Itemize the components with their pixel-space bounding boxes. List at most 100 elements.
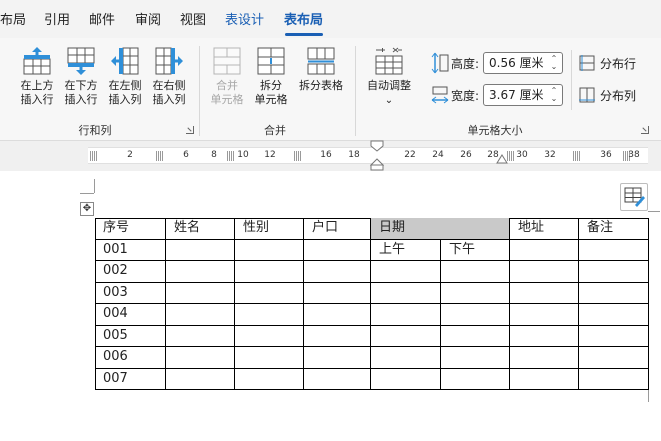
table-cell[interactable] — [304, 261, 371, 283]
table-cell[interactable] — [235, 325, 304, 347]
cell-size-dialog-launcher[interactable] — [641, 126, 649, 134]
table-cell[interactable] — [371, 282, 441, 304]
column-marker[interactable] — [294, 151, 301, 161]
tab-layout[interactable]: 布局 — [0, 12, 26, 30]
table-cell[interactable] — [166, 261, 235, 283]
header-cell-gender[interactable]: 性别 — [235, 218, 304, 240]
tab-table-design[interactable]: 表设计 — [225, 12, 264, 30]
tab-mailings[interactable]: 邮件 — [89, 12, 115, 30]
column-marker[interactable] — [507, 151, 514, 161]
header-cell-date[interactable]: 日期 — [371, 218, 510, 240]
table-cell[interactable] — [441, 261, 510, 283]
table-cell[interactable] — [166, 325, 235, 347]
table-cell[interactable] — [441, 325, 510, 347]
distribute-columns-icon — [579, 87, 595, 103]
row-height-spinner-icon[interactable]: ⌃ ⌄ — [549, 55, 559, 71]
table-cell[interactable] — [304, 347, 371, 369]
tab-table-layout[interactable]: 表布局 — [284, 12, 323, 30]
table-cell[interactable] — [304, 325, 371, 347]
subheader-cell-morning[interactable]: 上午 — [371, 240, 441, 261]
table-quick-layout-button[interactable] — [620, 183, 648, 211]
table-cell[interactable] — [235, 282, 304, 304]
insert-column-left-button[interactable]: 在左侧 插入列 — [104, 46, 146, 107]
table-cell[interactable] — [510, 304, 579, 326]
table-cell[interactable] — [235, 261, 304, 283]
row-id-cell[interactable]: 002 — [95, 261, 166, 283]
header-cell-remarks[interactable]: 备注 — [579, 218, 649, 240]
row-id-cell[interactable]: 006 — [95, 347, 166, 369]
row-id-cell[interactable]: 003 — [95, 282, 166, 304]
table-cell[interactable] — [304, 240, 371, 261]
table-cell[interactable] — [304, 368, 371, 390]
horizontal-ruler[interactable]: 2 6 8 10 12 16 18 22 24 26 28 30 32 36 3… — [88, 140, 648, 171]
table-cell[interactable] — [371, 347, 441, 369]
column-width-spinner-icon[interactable]: ⌃ ⌄ — [549, 87, 559, 103]
table-cell[interactable] — [235, 240, 304, 261]
autofit-button[interactable]: 自动调整 ⌄ — [362, 46, 416, 108]
row-id-cell[interactable]: 007 — [95, 368, 166, 390]
table-cell[interactable] — [304, 304, 371, 326]
column-marker[interactable] — [156, 151, 163, 161]
header-cell-address[interactable]: 地址 — [510, 218, 579, 240]
table-cell[interactable] — [510, 347, 579, 369]
table-cell[interactable] — [579, 261, 649, 283]
table-cell[interactable] — [166, 368, 235, 390]
table-cell[interactable] — [510, 325, 579, 347]
table-cell[interactable] — [579, 304, 649, 326]
table-cell[interactable] — [235, 347, 304, 369]
header-cell-id[interactable]: 序号 — [95, 218, 166, 240]
ruler-number: 24 — [432, 150, 444, 160]
row-id-cell[interactable]: 004 — [95, 304, 166, 326]
insert-row-above-button[interactable]: 在上方 插入行 — [16, 46, 58, 107]
insert-row-below-button[interactable]: 在下方 插入行 — [60, 46, 102, 107]
header-cell-hukou[interactable]: 户口 — [304, 218, 371, 240]
table-cell[interactable] — [235, 368, 304, 390]
table-cell[interactable] — [579, 282, 649, 304]
table-cell[interactable] — [371, 304, 441, 326]
table-move-handle-icon[interactable]: ✥ — [80, 202, 94, 216]
header-cell-name[interactable]: 姓名 — [166, 218, 235, 240]
column-width-input[interactable]: 3.67 厘米 ⌃ ⌄ — [483, 84, 563, 106]
table-cell[interactable] — [235, 304, 304, 326]
indent-marker-icon[interactable] — [370, 140, 384, 172]
table-cell[interactable] — [441, 282, 510, 304]
insert-column-right-label-1: 在右侧 — [152, 79, 186, 92]
table-cell[interactable] — [166, 347, 235, 369]
column-marker[interactable] — [573, 151, 580, 161]
column-marker[interactable] — [227, 151, 234, 161]
table-cell[interactable] — [579, 325, 649, 347]
split-cells-button[interactable]: 拆分 单元格 — [249, 46, 293, 107]
tab-references[interactable]: 引用 — [44, 12, 70, 30]
distribute-columns-button[interactable]: 分布列 — [578, 86, 648, 106]
row-id-cell[interactable]: 001 — [95, 240, 166, 261]
table-cell[interactable] — [510, 240, 579, 261]
table-cell[interactable] — [304, 282, 371, 304]
row-id-cell[interactable]: 005 — [95, 325, 166, 347]
table-cell[interactable] — [371, 325, 441, 347]
table-cell[interactable] — [166, 304, 235, 326]
table-cell[interactable] — [441, 347, 510, 369]
rows-cols-dialog-launcher[interactable] — [186, 126, 194, 134]
subheader-cell-afternoon[interactable]: 下午 — [441, 240, 510, 261]
split-cells-icon — [257, 47, 285, 75]
table-cell[interactable] — [579, 240, 649, 261]
tab-review[interactable]: 审阅 — [135, 12, 161, 30]
table-cell[interactable] — [371, 368, 441, 390]
table-cell[interactable] — [166, 240, 235, 261]
distribute-rows-button[interactable]: 分布行 — [578, 54, 648, 74]
table-cell[interactable] — [441, 304, 510, 326]
table-cell[interactable] — [510, 282, 579, 304]
table-cell[interactable] — [371, 261, 441, 283]
table-cell[interactable] — [510, 261, 579, 283]
table-cell[interactable] — [579, 347, 649, 369]
table-cell[interactable] — [579, 368, 649, 390]
row-height-input[interactable]: 0.56 厘米 ⌃ ⌄ — [483, 52, 563, 74]
tab-view[interactable]: 视图 — [180, 12, 206, 30]
insert-column-right-button[interactable]: 在右侧 插入列 — [148, 46, 190, 107]
merge-cells-button[interactable]: 合并 单元格 — [205, 46, 249, 107]
column-marker[interactable] — [90, 151, 97, 161]
table-cell[interactable] — [510, 368, 579, 390]
table-cell[interactable] — [441, 368, 510, 390]
split-table-button[interactable]: 拆分表格 — [294, 46, 348, 93]
table-cell[interactable] — [166, 282, 235, 304]
